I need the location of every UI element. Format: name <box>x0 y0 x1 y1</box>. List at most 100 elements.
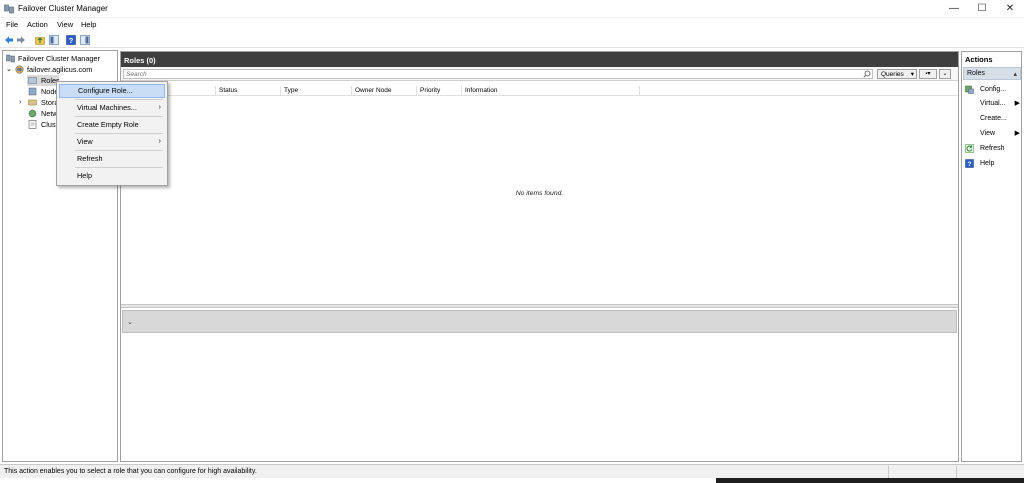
column-owner-node[interactable]: Owner Node <box>352 86 417 96</box>
back-arrow-icon[interactable] <box>4 35 14 45</box>
menu-help[interactable]: Help <box>81 20 96 29</box>
tree-cluster[interactable]: ⌄ failover.agilicus.com <box>6 64 118 75</box>
roles-icon <box>28 77 37 84</box>
dropdown-arrow-icon: ▾ <box>910 71 914 78</box>
action-refresh-label: Refresh <box>980 145 1005 152</box>
tree-root[interactable]: Failover Cluster Manager <box>6 53 118 64</box>
context-menu-separator <box>75 167 163 168</box>
action-help[interactable]: ? Help <box>965 158 1021 169</box>
context-menu-separator <box>75 133 163 134</box>
action-virtual-machines-label: Virtual... <box>980 100 1006 107</box>
show-hide-action-pane-icon[interactable] <box>80 35 90 45</box>
close-button[interactable]: ✕ <box>996 0 1024 18</box>
action-view[interactable]: View ▶ <box>965 128 1021 139</box>
save-icon: ▪▾ <box>925 71 931 77</box>
configure-role-icon <box>965 85 974 94</box>
tree-cluster-label: failover.agilicus.com <box>27 65 93 74</box>
status-text: This action enables you to select a role… <box>4 468 257 475</box>
status-divider <box>888 466 889 478</box>
column-information[interactable]: Information <box>462 86 640 96</box>
context-menu-view-label: View <box>77 137 93 146</box>
menu-bar: File Action View Help <box>0 18 1024 31</box>
toolbar: ? <box>0 32 1024 48</box>
context-menu-create-empty-role[interactable]: Create Empty Role <box>59 118 165 132</box>
column-header-row: Status Type Owner Node Priority Informat… <box>121 86 958 96</box>
failover-cluster-app-icon <box>4 4 14 14</box>
context-menu-separator <box>75 99 163 100</box>
actions-pane: Actions Roles ▴ Config... Virtual... ▶ C… <box>961 51 1022 462</box>
failover-cluster-icon <box>6 54 15 63</box>
context-menu-configure-role-label: Configure Role... <box>78 86 133 95</box>
storage-icon <box>28 99 37 106</box>
context-menu-view[interactable]: View › <box>59 135 165 149</box>
forward-arrow-icon[interactable] <box>16 35 26 45</box>
minimize-button[interactable]: — <box>940 0 968 18</box>
search-input[interactable] <box>123 69 873 79</box>
column-priority[interactable]: Priority <box>417 86 462 96</box>
context-menu-help[interactable]: Help <box>59 169 165 183</box>
tree-item-storage[interactable]: › Stora <box>19 97 59 108</box>
search-icon[interactable] <box>863 70 871 78</box>
collapsed-chevron-icon[interactable]: › <box>19 97 21 108</box>
context-menu-virtual-machines-label: Virtual Machines... <box>77 103 137 112</box>
pane-splitter[interactable] <box>121 304 958 308</box>
tree-item-cluster-events[interactable]: Clust <box>27 119 59 130</box>
refresh-icon <box>965 144 974 153</box>
context-menu-configure-role[interactable]: Configure Role... <box>59 84 165 98</box>
actions-section-roles[interactable]: Roles ▴ <box>963 67 1021 80</box>
save-query-button[interactable]: ▪▾ <box>919 69 937 79</box>
menu-file[interactable]: File <box>6 20 18 29</box>
context-menu-separator <box>75 150 163 151</box>
help-icon: ? <box>965 159 974 168</box>
context-menu: Configure Role... Virtual Machines... › … <box>56 81 168 186</box>
context-menu-refresh[interactable]: Refresh <box>59 152 165 166</box>
empty-message: No items found. <box>515 190 564 197</box>
action-create-empty-role-label: Create... <box>980 115 1007 122</box>
actions-title: Actions <box>965 55 993 64</box>
expanded-chevron-icon[interactable]: ⌄ <box>6 64 12 75</box>
collapse-button[interactable]: ⌄ <box>939 69 951 79</box>
chevron-down-icon: ⌄ <box>942 71 948 77</box>
action-refresh[interactable]: Refresh <box>965 143 1021 154</box>
chevron-down-icon[interactable]: ⌄ <box>127 318 133 326</box>
queries-button[interactable]: Queries ▾ <box>877 69 917 79</box>
context-menu-virtual-machines[interactable]: Virtual Machines... › <box>59 101 165 115</box>
submenu-arrow-icon: › <box>158 138 161 145</box>
context-menu-separator <box>75 116 163 117</box>
up-folder-icon[interactable] <box>35 35 45 45</box>
tree-item-roles[interactable]: Roles <box>27 75 60 86</box>
tree-item-networks[interactable]: Netw <box>27 108 59 119</box>
context-menu-create-empty-role-label: Create Empty Role <box>77 120 139 129</box>
maximize-button[interactable]: ☐ <box>968 0 996 18</box>
context-menu-refresh-label: Refresh <box>77 154 103 163</box>
context-menu-help-label: Help <box>77 171 93 180</box>
menu-view[interactable]: View <box>57 20 73 29</box>
action-create-empty-role[interactable]: Create... <box>965 113 1021 124</box>
cluster-events-icon <box>28 120 37 129</box>
svg-text:?: ? <box>967 161 971 168</box>
column-type[interactable]: Type <box>281 86 352 96</box>
roles-pane: Roles (0) Queries ▾ ▪▾ ⌄ Status Type Own… <box>120 51 959 462</box>
svg-text:?: ? <box>69 36 74 45</box>
collapse-up-icon[interactable]: ▴ <box>1013 70 1017 78</box>
column-status[interactable]: Status <box>216 86 281 96</box>
queries-label: Queries <box>881 71 904 78</box>
window-title: Failover Cluster Manager <box>18 4 108 13</box>
tree-item-nodes[interactable]: Node <box>27 86 59 97</box>
action-help-label: Help <box>980 160 995 167</box>
menu-action[interactable]: Action <box>27 20 48 29</box>
submenu-arrow-icon: ▶ <box>1014 100 1020 107</box>
action-configure-role-label: Config... <box>980 86 1007 93</box>
action-configure-role[interactable]: Config... <box>965 84 1021 95</box>
roles-pane-header: Roles (0) <box>121 52 958 67</box>
tree-root-label: Failover Cluster Manager <box>18 54 100 63</box>
networks-icon <box>28 109 37 118</box>
cluster-icon <box>15 65 24 74</box>
help-icon[interactable]: ? <box>66 35 76 45</box>
show-hide-console-tree-icon[interactable] <box>49 35 59 45</box>
action-view-label: View <box>980 130 996 137</box>
detail-pane-header: ⌄ <box>122 310 957 333</box>
action-virtual-machines[interactable]: Virtual... ▶ <box>965 98 1021 109</box>
actions-section-label: Roles <box>967 70 985 77</box>
submenu-arrow-icon: › <box>158 104 161 111</box>
